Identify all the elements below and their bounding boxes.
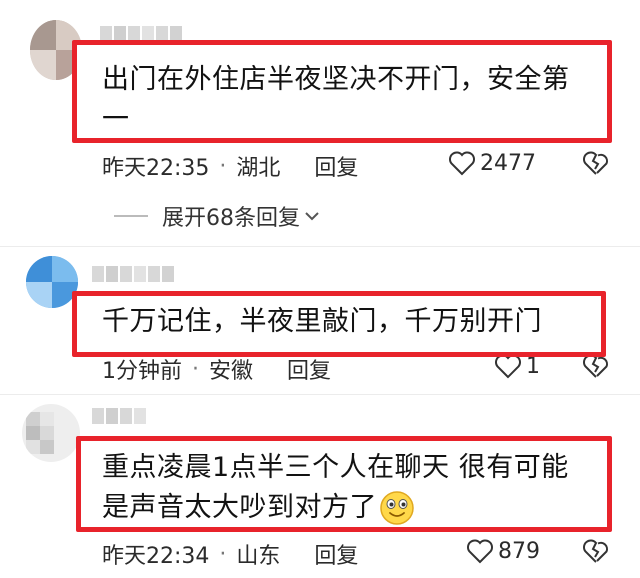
comment-text-line-content: 是声音太大吵到对方了 [102,492,377,523]
chevron-down-icon [304,210,320,222]
expand-replies-button[interactable]: 展开68条回复 [114,200,320,232]
like-count: 1 [526,353,540,379]
like-count: 879 [498,538,540,564]
comment-text-line: 重点凌晨1点半三个人在聊天 很有可能 [102,452,569,483]
broken-heart-icon[interactable] [582,538,610,564]
comment-text: 千万记住，半夜里敲门，千万别开门 [102,302,592,342]
comment-text-line: 出门在外住店半夜坚决不开门，安全第 [102,64,570,95]
like-button[interactable]: 879 [466,538,540,564]
separator: · [219,153,227,179]
timestamp: 昨天22:35 [102,156,210,181]
comment-meta: 1分钟前 · 安徽 回复 [102,353,331,385]
username-blurred[interactable] [92,408,146,424]
comment-meta: 昨天22:34 · 山东 回复 [102,538,358,570]
reply-button[interactable]: 回复 [314,150,358,182]
grinning-face-emoji [379,490,415,526]
divider [0,394,640,395]
reply-button[interactable]: 回复 [287,353,331,385]
comment-text-line: 一 [102,104,130,135]
location: 湖北 [236,156,281,181]
avatar[interactable] [22,404,80,462]
like-count: 2477 [480,150,536,176]
broken-heart-icon[interactable] [582,150,610,176]
timestamp: 1分钟前 [102,359,182,384]
heart-outline-icon [448,150,476,176]
expand-line [114,215,148,217]
comment-text: 重点凌晨1点半三个人在聊天 很有可能 是声音太大吵到对方了 [102,448,602,528]
avatar[interactable] [26,256,78,308]
like-button[interactable]: 2477 [448,150,536,176]
heart-outline-icon [466,538,494,564]
timestamp: 昨天22:34 [102,544,210,569]
username-blurred[interactable] [92,266,174,282]
separator: · [219,541,227,567]
reply-button[interactable]: 回复 [314,538,358,570]
location: 安徽 [209,359,254,384]
location: 山东 [236,544,281,569]
comment-text-line: 千万记住，半夜里敲门，千万别开门 [102,306,542,337]
comment-meta: 昨天22:35 · 湖北 回复 [102,150,358,182]
comment-text-line: 是声音太大吵到对方了 [102,488,602,528]
comment-text: 出门在外住店半夜坚决不开门，安全第 一 [102,60,602,140]
divider [0,246,640,247]
expand-replies-label: 展开68条回复 [162,206,300,231]
separator: · [192,356,199,382]
